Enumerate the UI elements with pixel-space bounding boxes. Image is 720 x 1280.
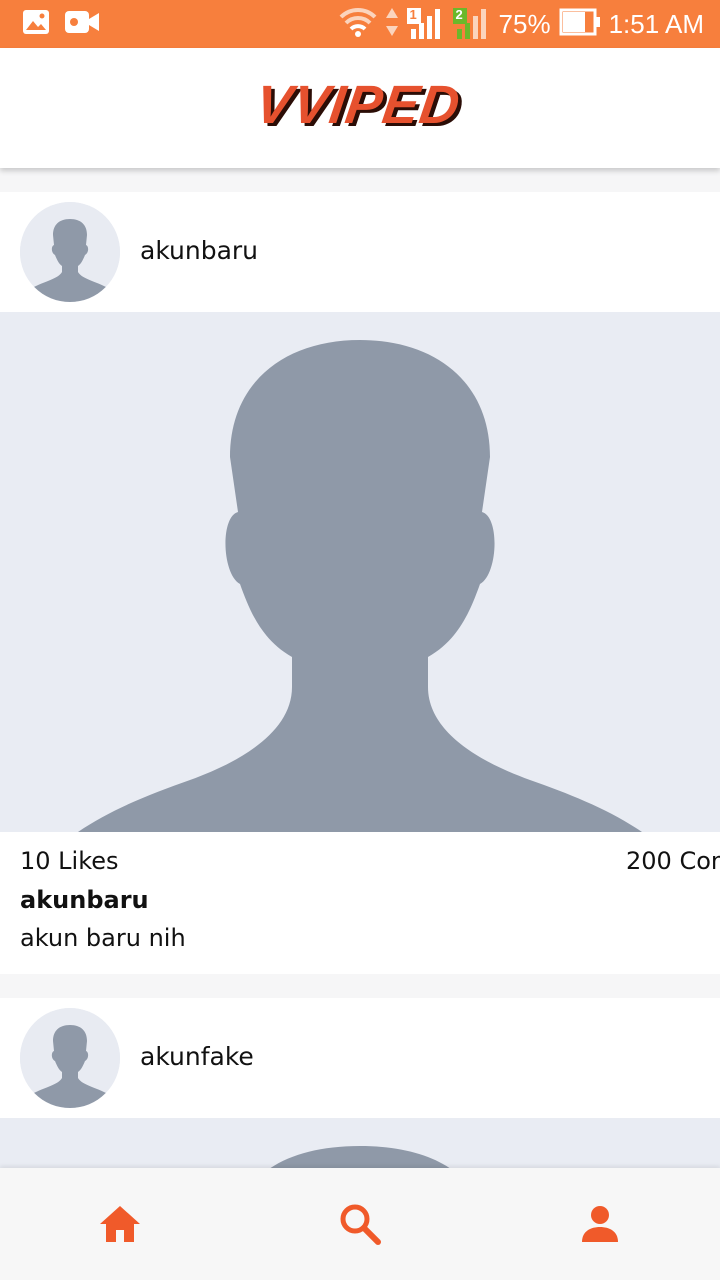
signal-sim1-icon: 1 <box>406 7 445 41</box>
post-username[interactable]: akunfake <box>140 1042 254 1071</box>
likes-count[interactable]: 10 Likes <box>20 847 119 875</box>
post-card: akunbaru 10 Likes 200 Comments akunbaru … <box>0 192 720 974</box>
home-icon <box>100 1206 140 1242</box>
nav-search-button[interactable] <box>336 1200 384 1248</box>
nav-profile-button[interactable] <box>576 1200 624 1248</box>
post-header[interactable]: akunbaru <box>0 192 720 312</box>
app-bar: VVIPED <box>0 48 720 168</box>
placeholder-silhouette-icon <box>78 340 642 832</box>
post-image[interactable] <box>0 1118 720 1168</box>
image-notification-icon <box>22 9 50 39</box>
user-avatar[interactable] <box>20 202 120 302</box>
nav-home-button[interactable] <box>96 1200 144 1248</box>
comments-count[interactable]: 200 Comments <box>626 847 720 875</box>
battery-icon <box>559 8 601 40</box>
sim1-label: 1 <box>409 7 417 22</box>
video-notification-icon <box>64 9 100 39</box>
user-avatar[interactable] <box>20 1008 120 1108</box>
battery-percent: 75% <box>498 8 551 39</box>
post-image[interactable] <box>0 312 720 832</box>
bottom-navigation <box>0 1168 720 1280</box>
post-card: akunfake <box>0 998 720 1168</box>
avatar-silhouette-icon <box>20 1008 120 1108</box>
avatar-silhouette-icon <box>20 202 120 302</box>
placeholder-silhouette-icon <box>270 1146 450 1168</box>
signal-sim2-icon: 2 <box>452 7 491 41</box>
status-bar: 1 2 75% 1:51 AM <box>0 0 720 48</box>
profile-icon <box>582 1206 618 1242</box>
post-username[interactable]: akunbaru <box>140 236 258 265</box>
data-transfer-icon <box>385 6 399 42</box>
sim2-label: 2 <box>455 7 463 22</box>
post-header[interactable]: akunfake <box>0 998 720 1118</box>
search-icon <box>340 1204 381 1245</box>
post-feed[interactable]: akunbaru 10 Likes 200 Comments akunbaru … <box>0 168 720 1168</box>
app-logo: VVIPED <box>251 75 465 135</box>
wifi-icon <box>339 6 377 42</box>
post-caption: akun baru nih <box>20 924 186 952</box>
caption-author[interactable]: akunbaru <box>20 886 149 914</box>
clock: 1:51 AM <box>608 8 704 39</box>
